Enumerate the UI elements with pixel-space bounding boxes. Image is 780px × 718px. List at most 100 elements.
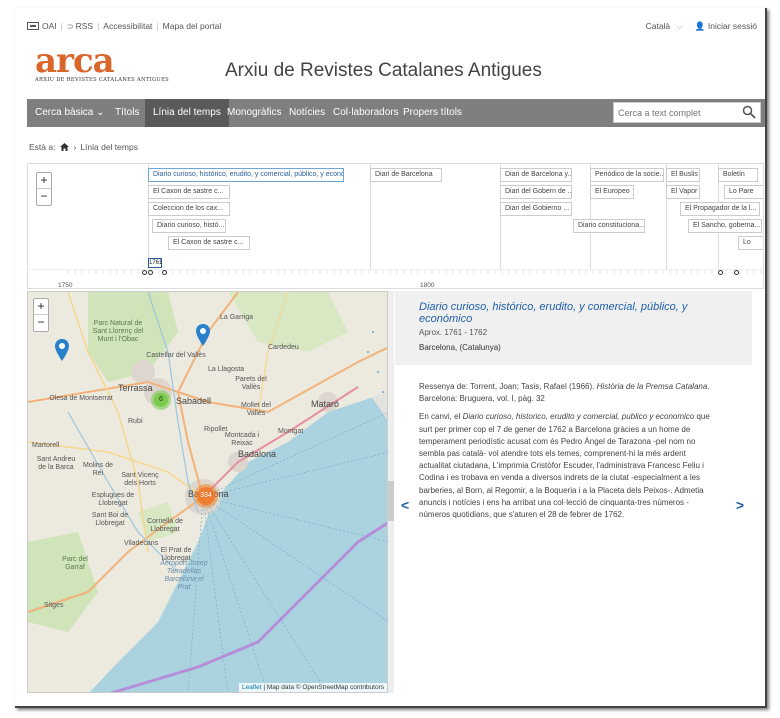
logo-word: arca (35, 41, 115, 81)
login-link[interactable]: 👤 Iniciar sessió (695, 21, 757, 32)
rss-link[interactable]: RSS (76, 21, 93, 31)
leaflet-link[interactable]: Leaflet (242, 684, 262, 691)
timeline-event[interactable]: Diari de Barcelona y... (500, 168, 572, 182)
nav-item-monographs[interactable]: Monogràfics (219, 99, 289, 127)
map-label: Mataró (311, 399, 340, 409)
browser-page: OAI | ⊃ RSS | Accessibilitat | Mapa del … (15, 8, 767, 708)
timeline-event[interactable]: Lo (738, 236, 763, 250)
next-arrow-icon[interactable]: > (736, 497, 744, 513)
map-label: Viladecans (124, 540, 159, 547)
map-label: Molins de Rei (83, 462, 113, 477)
timeline-event[interactable]: El Vapor (666, 185, 700, 199)
search-box (613, 102, 761, 123)
oai-link[interactable]: OAI (42, 21, 57, 31)
detail-header: Diario curioso, histórico, erudito, y co… (395, 291, 752, 365)
timeline-zoom-in-button[interactable]: + (37, 173, 51, 189)
timeline-marker[interactable] (718, 270, 723, 275)
chevron-down-icon: ⌵ (676, 21, 683, 31)
site-title: Arxiu de Revistes Catalanes Antigues (225, 60, 542, 81)
timeline[interactable]: + − Diario curioso, histórico, erudito, … (27, 163, 764, 289)
breadcrumb-current: Línia del temps (80, 142, 138, 152)
map-label: Cardedeu (268, 344, 299, 351)
map-label: La Llagosta (208, 366, 245, 373)
map-label: Castellar del Vallès (146, 352, 206, 359)
prev-arrow-icon[interactable]: < (401, 497, 409, 513)
oai-icon (27, 22, 39, 30)
detail-title[interactable]: Diario curioso, histórico, erudito, y co… (419, 301, 719, 325)
nav-item-timeline[interactable]: Línia del temps (145, 99, 229, 127)
map-zoom-in-button[interactable]: + (34, 299, 48, 315)
detail-review: Ressenya de: Torrent, Joan; Tasis, Rafae… (419, 382, 710, 404)
timeline-event[interactable]: Diario curioso, histórico, erudito, y co… (148, 168, 344, 182)
timeline-axis: 1750 1800 (28, 269, 763, 289)
timeline-event[interactable]: Diari del Gobern de ... (500, 185, 572, 199)
chevron-down-icon: ⌄ (96, 107, 105, 118)
timeline-current-year: 1761 (148, 258, 163, 268)
map-label: Mollet del Vallès (241, 402, 271, 417)
map-label: Parc Natural de Sant Llorenç del Munt i … (92, 320, 144, 343)
map-label: Parc del Garraf (62, 556, 88, 571)
accessibility-link[interactable]: Accessibilitat (103, 21, 152, 31)
breadcrumb-prefix: Està a: (29, 142, 56, 152)
timeline-zoom: + − (36, 172, 52, 206)
panel-scrollbar[interactable] (388, 291, 394, 693)
site-logo[interactable]: arca ARXIU DE REVISTES CATALANES ANTIGUE… (35, 41, 195, 86)
timeline-event[interactable]: El Propagador de la l... (680, 202, 760, 216)
timeline-marker[interactable] (142, 270, 147, 275)
detail-date: Aprox. 1761 - 1762 (419, 328, 488, 337)
timeline-zoom-out-button[interactable]: − (37, 189, 51, 205)
map-label: Cornellà de Llobregat (147, 518, 183, 533)
map-zoom-out-button[interactable]: − (34, 315, 48, 331)
home-icon[interactable] (60, 143, 70, 151)
search-input[interactable] (614, 103, 734, 122)
scrollbar-thumb[interactable] (388, 481, 394, 521)
map-cluster-green[interactable]: 6 (151, 390, 171, 410)
utility-links: OAI | ⊃ RSS | Accessibilitat | Mapa del … (27, 21, 221, 31)
nav-item-titles[interactable]: Títols (107, 99, 147, 127)
nav-item-upcoming-titles[interactable]: Propers títols (395, 99, 470, 127)
timeline-event[interactable]: El Europeo (590, 185, 634, 199)
map[interactable]: + − La Garriga Parc Natural de Sant Llor… (27, 291, 388, 693)
timeline-marker[interactable] (734, 270, 739, 275)
timeline-event[interactable]: El Caxon de sastre c... (168, 236, 250, 250)
timeline-event[interactable]: El Buslis (666, 168, 700, 182)
timeline-event[interactable]: Coleccion de los cax... (148, 202, 230, 216)
map-label: Montcada i Reixac (224, 432, 260, 447)
map-cluster-orange[interactable]: 334 (194, 484, 218, 508)
main-nav: Cerca bàsica ⌄ Títols Línia del temps Mo… (27, 99, 765, 127)
detail-panel: Diario curioso, histórico, erudito, y co… (395, 291, 752, 693)
detail-place: Barcelona, (Catalunya) (419, 343, 501, 352)
map-label: Sabadell (176, 396, 212, 406)
timeline-event[interactable]: Lo Pare (724, 185, 763, 199)
map-label: Aeroport Josep Tarradellas Barcelona el … (160, 560, 208, 591)
timeline-event[interactable]: Boletín (718, 168, 758, 182)
timeline-event[interactable]: Diario curioso, histó... (152, 219, 226, 233)
sitemap-link[interactable]: Mapa del portal (163, 21, 222, 31)
search-icon[interactable] (742, 105, 756, 119)
map-label: Sant Boi de Llobregat (91, 512, 129, 527)
timeline-ticks (67, 270, 762, 274)
logo-subtitle: ARXIU DE REVISTES CATALANES ANTIGUES (35, 77, 170, 83)
user-icon: 👤 (694, 21, 706, 31)
breadcrumb: Està a: › Línia del temps (29, 142, 138, 152)
map-marker-icon[interactable] (196, 324, 210, 346)
timeline-event[interactable]: El Sancho, goberna... (688, 219, 762, 233)
timeline-event[interactable]: Diari de Barcelona (370, 168, 442, 182)
map-label: Olesa de Montserrat (49, 395, 113, 402)
map-label: Sant Vicenç dels Horts (121, 472, 159, 487)
language-selector[interactable]: Català ⌵ (646, 21, 683, 32)
timeline-label-1750: 1750 (58, 282, 73, 289)
map-label: Martorell (32, 442, 60, 449)
map-label: Ripollet (204, 426, 228, 433)
timeline-event[interactable]: El Caxon de sastre c... (148, 185, 230, 199)
nav-item-basic-search[interactable]: Cerca bàsica ⌄ (27, 99, 113, 127)
timeline-event[interactable]: Diario constituciona... (573, 219, 645, 233)
detail-body: Ressenya de: Torrent, Joan; Tasis, Rafae… (419, 381, 715, 521)
timeline-event[interactable]: Periódico de la socie... (590, 168, 664, 182)
timeline-event[interactable]: Diari del Gobierno ... (500, 202, 572, 216)
map-label: Esplugues de Llobregat (91, 492, 135, 507)
map-label: Montgat (278, 428, 304, 435)
timeline-marker[interactable] (162, 270, 167, 275)
map-marker-icon[interactable] (55, 339, 69, 361)
timeline-marker[interactable] (148, 270, 153, 275)
